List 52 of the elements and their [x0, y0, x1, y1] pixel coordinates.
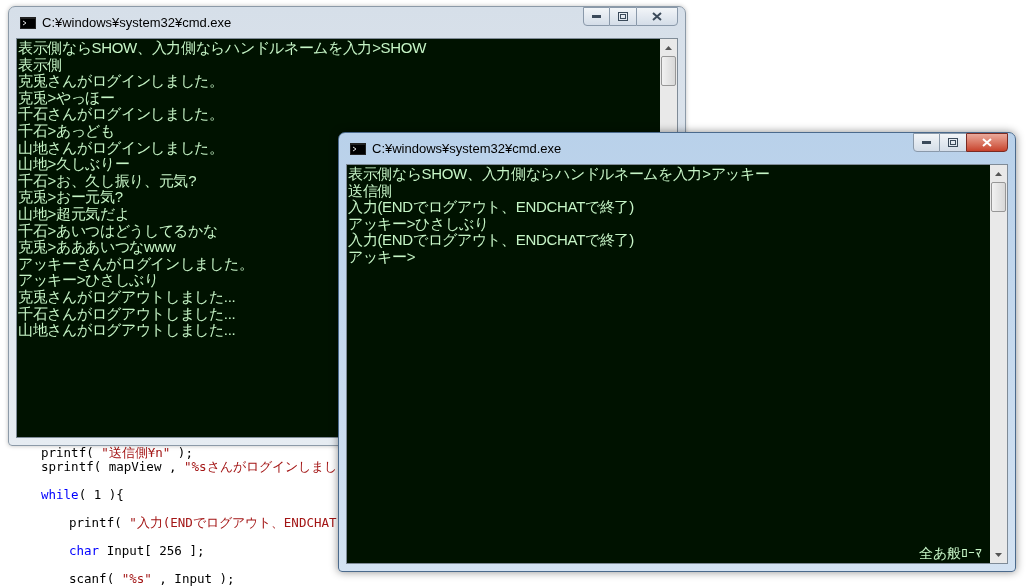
console-line: 克兎>おー元気?	[18, 189, 123, 206]
scroll-down-icon[interactable]	[995, 552, 1002, 557]
minimize-icon	[592, 15, 601, 18]
console-line: 入力(ENDでログアウト、ENDCHATで終了)	[348, 199, 634, 216]
restore-icon	[618, 12, 628, 21]
console-line: 山地さんがログアウトしました...	[18, 322, 236, 339]
scrollbar-thumb[interactable]	[991, 182, 1006, 212]
console-line: 千石さんがログインしました。	[18, 106, 224, 123]
console-line: 送信側	[348, 182, 393, 199]
close-icon	[652, 12, 662, 21]
window-title: C:¥windows¥system32¥cmd.exe	[372, 139, 562, 158]
ime-status: 全あ般ﾛｰﾏ	[919, 545, 982, 561]
close-button[interactable]	[636, 7, 678, 26]
console-line: 克兎さんがログインしました。	[18, 73, 224, 90]
code-line: while( 1 ){	[41, 488, 125, 502]
code-line: char Input[ 256 ];	[68, 544, 206, 558]
code-line: sprintf( mapView , "%sさんがログインしまし	[41, 460, 337, 474]
maximize-button[interactable]	[610, 7, 636, 26]
minimize-icon	[922, 141, 931, 144]
console-line: 山地>超元気だよ	[18, 205, 130, 223]
terminal-icon	[350, 142, 366, 155]
window-title: C:¥windows¥system32¥cmd.exe	[42, 13, 232, 32]
console-line: 千石>あっども	[18, 122, 115, 140]
minimize-button[interactable]	[913, 133, 940, 152]
console-line: 克兎>あああいつなwww	[18, 239, 176, 256]
scroll-up-icon[interactable]	[665, 45, 672, 50]
console-line: 表示側	[18, 56, 63, 73]
restore-icon	[948, 138, 958, 147]
terminal-icon	[20, 16, 36, 29]
console-line: アッキー>ひさしぶり	[18, 272, 159, 289]
console-line: 克兎>やっほー	[18, 89, 115, 106]
code-line: printf( "入力(ENDでログアウト、ENDCHAT	[68, 516, 337, 530]
code-line: printf( "送信側¥n" );	[41, 446, 194, 460]
console-line: 克兎さんがログアウトしました...	[18, 288, 236, 306]
scrollbar-thumb[interactable]	[661, 56, 676, 86]
console-line: 山地さんがログインしました。	[18, 139, 224, 156]
console-line: アッキー>ひさしぶり	[348, 215, 489, 232]
console-line: 千石>あいつはどうしてるかな	[18, 222, 218, 239]
close-icon	[982, 138, 992, 147]
maximize-button[interactable]	[940, 133, 966, 152]
minimize-button[interactable]	[583, 7, 610, 26]
code-line: scanf( "%s" , Input );	[68, 572, 236, 586]
console-line: 表示側ならSHOW、入力側ならハンドルネームを入力>アッキー	[348, 166, 770, 183]
console-line: 表示側ならSHOW、入力側ならハンドルネームを入力>SHOW	[18, 40, 427, 57]
close-button[interactable]	[966, 133, 1008, 152]
scroll-up-icon[interactable]	[995, 171, 1002, 176]
console-line: 入力(ENDでログアウト、ENDCHATで終了)	[348, 232, 634, 249]
console-line: アッキーさんがログインしました。	[18, 255, 254, 273]
console-line: 千石さんがログアウトしました...	[18, 305, 236, 322]
console-line: 山地>久しぶりー	[18, 156, 130, 173]
console-line: 千石>お、久し振り、元気?	[18, 172, 197, 189]
console-line: アッキー>	[348, 248, 416, 266]
